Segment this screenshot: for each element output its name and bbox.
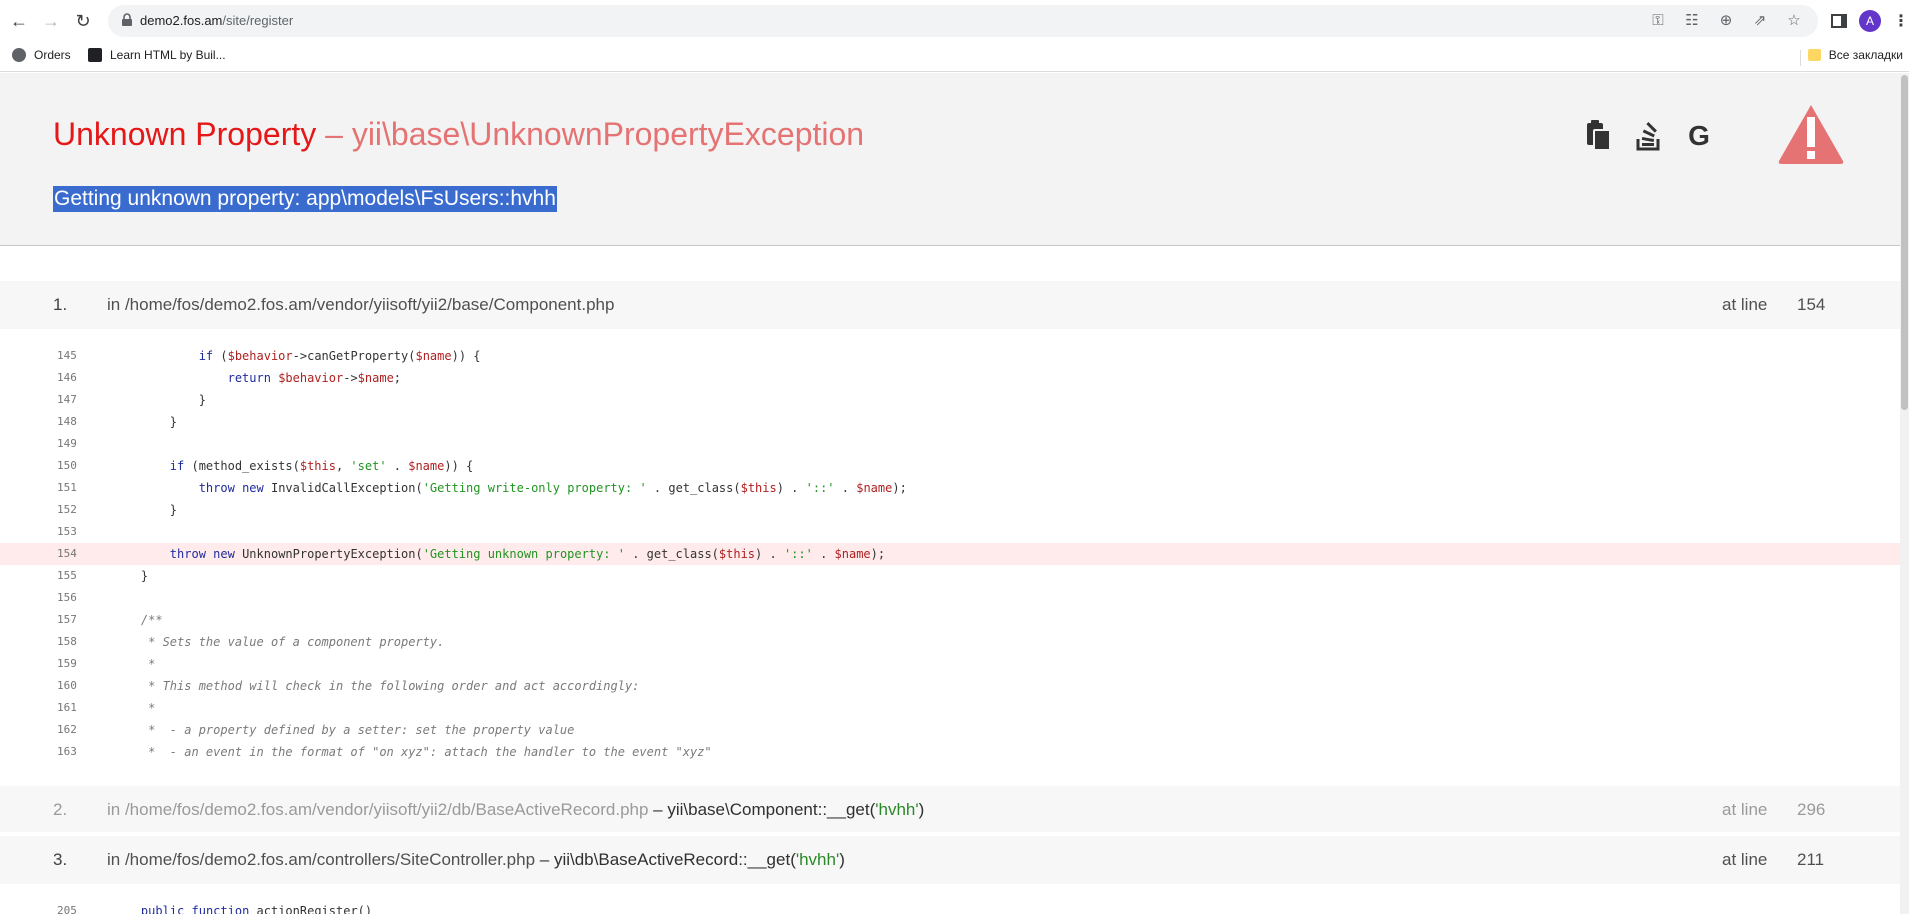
menu-kebab-icon[interactable]: ⋮ [1893,11,1909,31]
key-icon[interactable]: ⚿ [1648,11,1668,31]
bookmarks-divider [1800,50,1801,66]
google-icon[interactable]: G [1685,120,1713,152]
code-line: 158 * Sets the value of a component prop… [57,635,445,649]
bookmark-orders[interactable]: Orders [12,48,71,62]
folder-icon [1807,49,1821,61]
code-line: 205 public function actionRegister() [57,904,373,914]
code-line: 156 [57,591,77,604]
code-line: 147 } [57,393,206,407]
code-line: 150 if (method_exists($this, 'set' . $na… [57,459,474,473]
browser-toolbar: ← → ↻ demo2.fos.am/site/register ⚿ ☷ ⊕ ⇗… [0,0,1909,42]
code-line: 151 throw new InvalidCallException('Gett… [57,481,907,495]
profile-avatar[interactable]: A [1859,10,1881,32]
page-viewport: Unknown Property – yii\base\UnknownPrope… [0,73,1909,914]
reload-icon[interactable]: ↻ [72,10,94,32]
code-line: 148 } [57,415,178,429]
code-line: 160 * This method will check in the foll… [57,679,640,693]
code-line: 157 /** [57,613,163,627]
code-line: 145 if ($behavior->canGetProperty($name)… [57,349,481,363]
code-line: 163 * - an event in the format of "on xy… [57,745,712,759]
callstack-item[interactable]: 3. in /home/fos/demo2.fos.am/controllers… [0,836,1900,884]
code-snippet: 145 if ($behavior->canGetProperty($name)… [0,345,1900,763]
code-line: 162 * - a property defined by a setter: … [57,723,575,737]
error-message: Getting unknown property: app\models\FsU… [53,186,557,212]
side-panel-icon[interactable] [1831,14,1847,28]
lock-icon [122,13,132,26]
code-line: 152 } [57,503,178,517]
url-text: demo2.fos.am/site/register [140,13,294,28]
scrollbar[interactable] [1900,73,1909,914]
code-line: 161 * [57,701,156,715]
clipboard-icon[interactable] [1585,120,1613,152]
stackoverflow-icon[interactable] [1635,120,1663,152]
bookmark-star-icon[interactable]: ☆ [1784,11,1804,31]
back-arrow-icon[interactable]: ← [8,10,30,32]
error-header: Unknown Property – yii\base\UnknownPrope… [0,73,1900,246]
globe-icon [12,48,26,62]
code-line: 153 [57,525,77,538]
code-line: 155 } [57,569,149,583]
code-line: 159 * [57,657,156,671]
code-line: 146 return $behavior->$name; [57,371,402,385]
callstack-item[interactable]: 1. in /home/fos/demo2.fos.am/vendor/yiis… [0,281,1900,329]
forward-arrow-icon[interactable]: → [40,10,62,32]
share-icon[interactable]: ⇗ [1750,11,1770,31]
callstack-item[interactable]: 2. in /home/fos/demo2.fos.am/vendor/yiis… [0,786,1900,832]
error-code-line: 154 throw new UnknownPropertyException('… [0,543,1900,565]
bookmark-learn-html[interactable]: Learn HTML by Buil... [88,48,226,62]
error-title: Unknown Property – yii\base\UnknownPrope… [53,116,865,152]
bookmarks-bar: Orders Learn HTML by Buil... Все закладк… [0,42,1909,72]
all-bookmarks[interactable]: Все закладки [1807,48,1903,62]
code-line: 149 [57,437,77,450]
zoom-icon[interactable]: ⊕ [1716,11,1736,31]
warning-icon [1778,105,1844,164]
translate-icon[interactable]: ☷ [1682,11,1702,31]
error-tools: G [1585,120,1713,152]
site-favicon-icon [88,48,102,62]
address-bar[interactable]: demo2.fos.am/site/register ⚿ ☷ ⊕ ⇗ ☆ [108,5,1818,37]
scrollbar-thumb[interactable] [1901,75,1908,410]
